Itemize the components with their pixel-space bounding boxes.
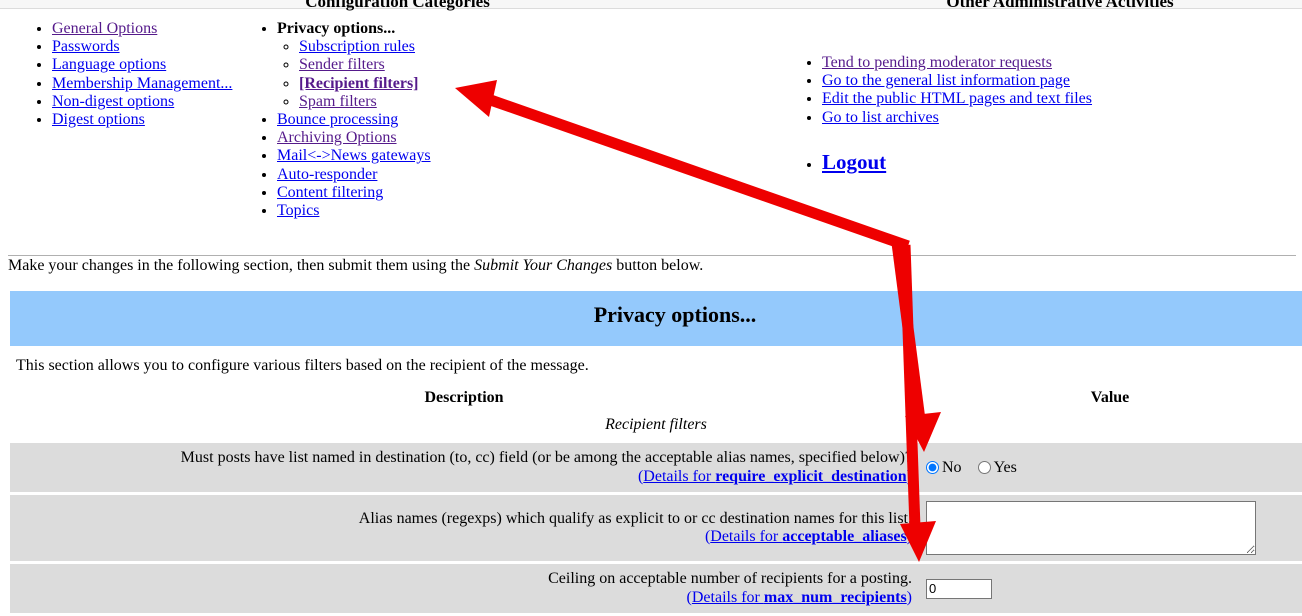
sidebar-item-general-options[interactable]: General Options bbox=[52, 20, 157, 37]
configuration-categories-heading: Configuration Categories bbox=[305, 0, 490, 11]
submit-instructions-after: button below. bbox=[612, 257, 704, 274]
radio-require-explicit-destination-yes[interactable] bbox=[977, 460, 991, 474]
submit-instructions: Make your changes in the following secti… bbox=[8, 257, 703, 275]
details-link-max-num-recipients[interactable]: Details for max_num_recipients bbox=[692, 589, 907, 606]
table-row-acceptable-aliases: Alias names (regexps) which qualify as e… bbox=[10, 495, 1302, 561]
list-item[interactable]: Topics bbox=[277, 202, 431, 220]
admin-link-list-archives[interactable]: Go to list archives bbox=[822, 109, 939, 126]
column-header-description: Description bbox=[424, 389, 504, 406]
sidebar-item-bounce-processing[interactable]: Bounce processing bbox=[277, 111, 398, 128]
list-item[interactable]: Archiving Options bbox=[277, 129, 431, 147]
list-item[interactable]: Subscription rules bbox=[299, 38, 431, 56]
table-row-require-explicit-destination: Must posts have list named in destinatio… bbox=[10, 443, 1302, 492]
sidebar-item-membership-management[interactable]: Membership Management... bbox=[52, 75, 232, 92]
list-item[interactable]: Logout bbox=[822, 150, 1092, 174]
list-item[interactable]: Passwords bbox=[52, 38, 232, 56]
category-list-left: General Options Passwords Language optio… bbox=[30, 20, 232, 129]
list-item[interactable]: Non-digest options bbox=[52, 93, 232, 111]
details-close-paren: ) bbox=[906, 467, 912, 485]
admin-activities-list: Tend to pending moderator requests Go to… bbox=[800, 54, 1092, 174]
details-link-require-explicit-destination[interactable]: Details for require_explicit_destination bbox=[643, 468, 906, 485]
sidebar-item-archiving-options[interactable]: Archiving Options bbox=[277, 129, 397, 146]
section-divider bbox=[8, 255, 1296, 256]
list-item[interactable]: Sender filters bbox=[299, 56, 431, 74]
sidebar-item-non-digest-options[interactable]: Non-digest options bbox=[52, 93, 174, 110]
radio-label-yes[interactable]: Yes bbox=[994, 459, 1017, 476]
list-item: [Recipient filters] bbox=[299, 75, 431, 93]
other-administrative-activities-heading: Other Administrative Activities bbox=[946, 0, 1174, 11]
sidebar-item-sender-filters[interactable]: Sender filters bbox=[299, 56, 385, 73]
option-value-cell bbox=[918, 564, 1302, 613]
option-description-text: Must posts have list named in destinatio… bbox=[180, 449, 912, 466]
privacy-sub-list: Subscription rules Sender filters [Recip… bbox=[277, 38, 431, 111]
option-variable-name: acceptable_aliases bbox=[782, 528, 907, 545]
option-description-cell: Ceiling on acceptable number of recipien… bbox=[10, 564, 918, 613]
submit-button-name-emphasis: Submit Your Changes bbox=[474, 257, 613, 274]
admin-link-general-list-information[interactable]: Go to the general list information page bbox=[822, 72, 1070, 89]
details-link-acceptable-aliases[interactable]: Details for acceptable_aliases bbox=[710, 528, 906, 545]
admin-link-pending-moderator-requests[interactable]: Tend to pending moderator requests bbox=[822, 54, 1052, 71]
list-item[interactable]: General Options bbox=[52, 20, 232, 38]
option-value-cell bbox=[918, 495, 1302, 561]
sidebar-item-passwords[interactable]: Passwords bbox=[52, 38, 120, 55]
configuration-categories-area: Configuration Categories Other Administr… bbox=[0, 0, 1302, 240]
table-subheading-row: Recipient filters bbox=[10, 412, 1302, 440]
option-variable-name: max_num_recipients bbox=[763, 588, 907, 606]
sidebar-item-auto-responder[interactable]: Auto-responder bbox=[277, 166, 377, 183]
recipient-filters-table: Description Value Recipient filters Must… bbox=[10, 384, 1302, 616]
list-item[interactable]: Go to list archives bbox=[822, 109, 1092, 127]
sidebar-item-subscription-rules[interactable]: Subscription rules bbox=[299, 38, 415, 55]
sidebar-item-topics[interactable]: Topics bbox=[277, 202, 319, 219]
table-header-row: Description Value bbox=[10, 387, 1302, 409]
list-item[interactable]: Tend to pending moderator requests bbox=[822, 54, 1092, 72]
radio-label-no[interactable]: No bbox=[942, 459, 962, 476]
details-close-paren: ) bbox=[906, 528, 912, 545]
sidebar-item-spam-filters[interactable]: Spam filters bbox=[299, 93, 377, 110]
option-description-text: Ceiling on acceptable number of recipien… bbox=[548, 570, 912, 587]
page-title: Privacy options... bbox=[593, 302, 757, 327]
option-variable-name: require_explicit_destination bbox=[715, 467, 907, 485]
option-description-cell: Must posts have list named in destinatio… bbox=[10, 443, 918, 492]
details-line: (Details for max_num_recipients) bbox=[687, 589, 912, 606]
list-item[interactable]: Go to the general list information page bbox=[822, 72, 1092, 90]
column-header-value: Value bbox=[1090, 389, 1130, 406]
details-close-paren: ) bbox=[906, 588, 912, 606]
acceptable-aliases-textarea[interactable] bbox=[926, 501, 1256, 555]
list-item[interactable]: Edit the public HTML pages and text file… bbox=[822, 90, 1092, 108]
list-item[interactable]: Spam filters bbox=[299, 93, 431, 111]
logout-link[interactable]: Logout bbox=[822, 150, 886, 174]
list-item[interactable]: Mail<->News gateways bbox=[277, 147, 431, 165]
list-item[interactable]: Bounce processing bbox=[277, 111, 431, 129]
category-list-middle: Privacy options... Subscription rules Se… bbox=[255, 20, 431, 220]
option-value-cell: No Yes bbox=[918, 443, 1302, 492]
radio-require-explicit-destination-no[interactable] bbox=[926, 460, 939, 474]
sidebar-item-digest-options[interactable]: Digest options bbox=[52, 111, 145, 128]
list-item[interactable]: Membership Management... bbox=[52, 75, 232, 93]
table-subheading-recipient-filters: Recipient filters bbox=[10, 412, 1302, 440]
table-row-max-num-recipients: Ceiling on acceptable number of recipien… bbox=[10, 564, 1302, 613]
list-item[interactable]: Digest options bbox=[52, 111, 232, 129]
privacy-options-banner: Privacy options... bbox=[10, 291, 1302, 346]
list-item[interactable]: Auto-responder bbox=[277, 166, 431, 184]
sidebar-item-recipient-filters-current: [Recipient filters] bbox=[299, 74, 419, 92]
sidebar-item-mail-news-gateways[interactable]: Mail<->News gateways bbox=[277, 147, 431, 164]
option-description-text: Alias names (regexps) which qualify as e… bbox=[358, 509, 912, 527]
details-line: (Details for acceptable_aliases) bbox=[705, 528, 912, 545]
section-description: This section allows you to configure var… bbox=[16, 357, 589, 374]
radio-group-require-explicit-destination[interactable]: No Yes bbox=[926, 459, 1033, 477]
list-item[interactable]: Language options bbox=[52, 56, 232, 74]
sidebar-item-content-filtering[interactable]: Content filtering bbox=[277, 184, 383, 201]
sidebar-item-language-options[interactable]: Language options bbox=[52, 56, 166, 73]
list-item[interactable]: Content filtering bbox=[277, 184, 431, 202]
list-item-privacy-options: Privacy options... Subscription rules Se… bbox=[277, 20, 431, 111]
admin-link-edit-public-html[interactable]: Edit the public HTML pages and text file… bbox=[822, 90, 1092, 107]
sidebar-item-privacy-options-label: Privacy options... bbox=[277, 20, 396, 37]
max-num-recipients-input[interactable] bbox=[926, 578, 992, 599]
details-line: (Details for require_explicit_destinatio… bbox=[638, 468, 912, 485]
submit-instructions-before: Make your changes in the following secti… bbox=[8, 257, 475, 274]
option-description-cell: Alias names (regexps) which qualify as e… bbox=[10, 495, 918, 561]
